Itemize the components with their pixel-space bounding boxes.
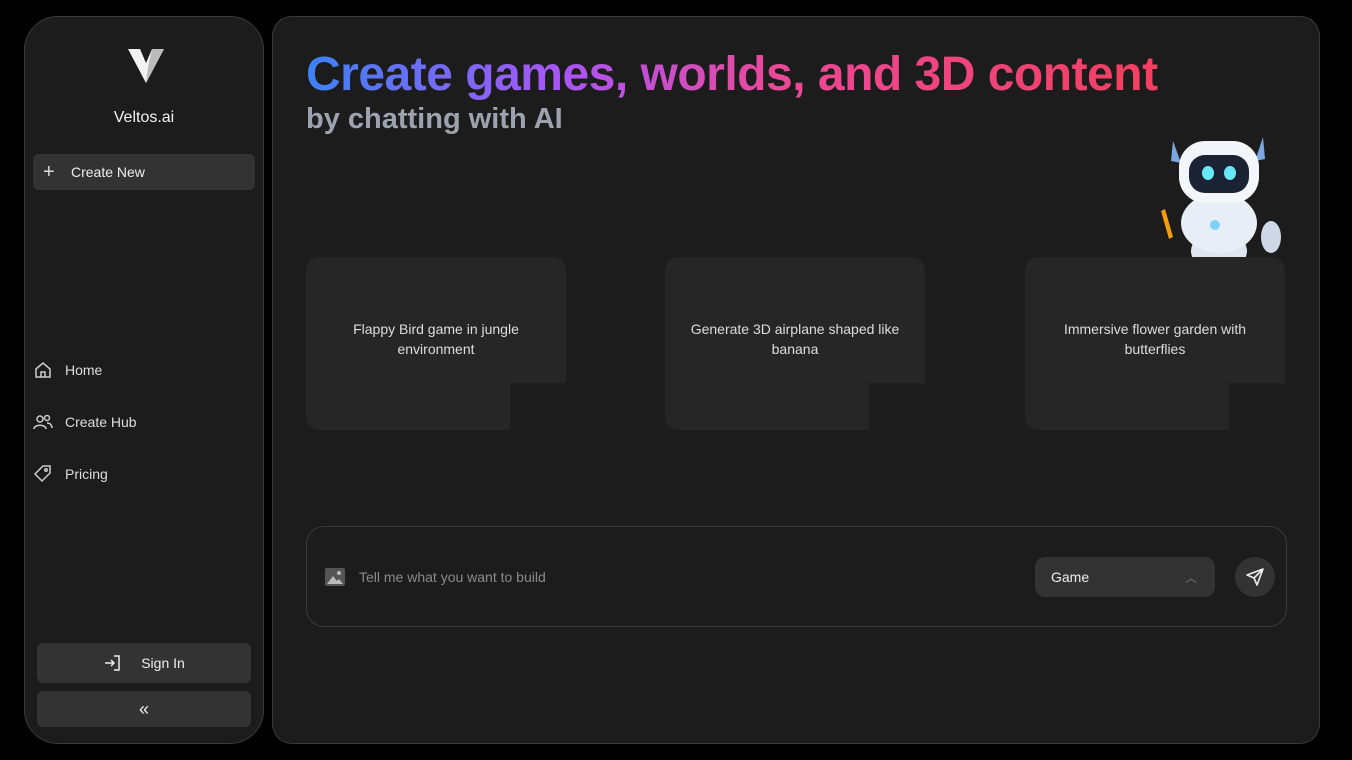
mode-select[interactable]: Game ︿ bbox=[1035, 557, 1215, 597]
sidebar-item-pricing[interactable]: Pricing bbox=[33, 464, 108, 484]
sign-in-button[interactable]: Sign In bbox=[37, 643, 251, 683]
sign-in-icon bbox=[105, 655, 120, 671]
suggestion-text: Generate 3D airplane shaped like banana bbox=[690, 321, 900, 357]
users-icon bbox=[33, 414, 53, 430]
sign-in-label: Sign In bbox=[141, 655, 185, 671]
nav-label: Create Hub bbox=[65, 414, 137, 430]
suggestion-card[interactable]: Flappy Bird game in jungle environment bbox=[306, 257, 566, 430]
prompt-box: Tell me what you want to build Game ︿ bbox=[306, 526, 1287, 627]
create-new-button[interactable]: + Create New bbox=[33, 154, 255, 190]
suggestion-text: Flappy Bird game in jungle environment bbox=[353, 321, 519, 357]
send-icon bbox=[1246, 568, 1264, 586]
suggestion-card[interactable]: Immersive flower garden with butterflies bbox=[1025, 257, 1285, 430]
suggestion-card[interactable]: Generate 3D airplane shaped like banana bbox=[665, 257, 925, 430]
collapse-sidebar-button[interactable]: « bbox=[37, 691, 251, 727]
nav-label: Home bbox=[65, 362, 103, 378]
sidebar: Veltos.ai + Create New Home Create Hub Pr… bbox=[24, 16, 264, 744]
sidebar-item-create-hub[interactable]: Create Hub bbox=[33, 412, 137, 432]
image-upload-icon[interactable] bbox=[324, 567, 346, 587]
sidebar-item-home[interactable]: Home bbox=[33, 360, 102, 380]
chevron-up-icon: ︿ bbox=[1184, 571, 1197, 585]
create-new-label: Create New bbox=[71, 164, 145, 180]
brand-name: Veltos.ai bbox=[113, 109, 175, 126]
veltos-logo-icon[interactable] bbox=[128, 49, 164, 83]
main-panel: Create games, worlds, and 3D content by … bbox=[272, 16, 1320, 744]
chevrons-left-icon: « bbox=[138, 698, 149, 719]
send-button[interactable] bbox=[1235, 557, 1275, 597]
suggestion-text: Immersive flower garden with butterflies bbox=[1063, 321, 1247, 357]
tag-icon bbox=[33, 465, 51, 483]
nav-label: Pricing bbox=[65, 466, 108, 482]
page-subtitle: by chatting with AI bbox=[306, 103, 563, 135]
home-icon bbox=[35, 362, 51, 378]
page-title: Create games, worlds, and 3D content bbox=[306, 48, 1158, 101]
robot-mascot-image bbox=[1161, 137, 1281, 271]
plus-icon: + bbox=[43, 160, 55, 183]
prompt-input[interactable]: Tell me what you want to build bbox=[359, 569, 546, 585]
mode-value: Game bbox=[1051, 569, 1090, 585]
